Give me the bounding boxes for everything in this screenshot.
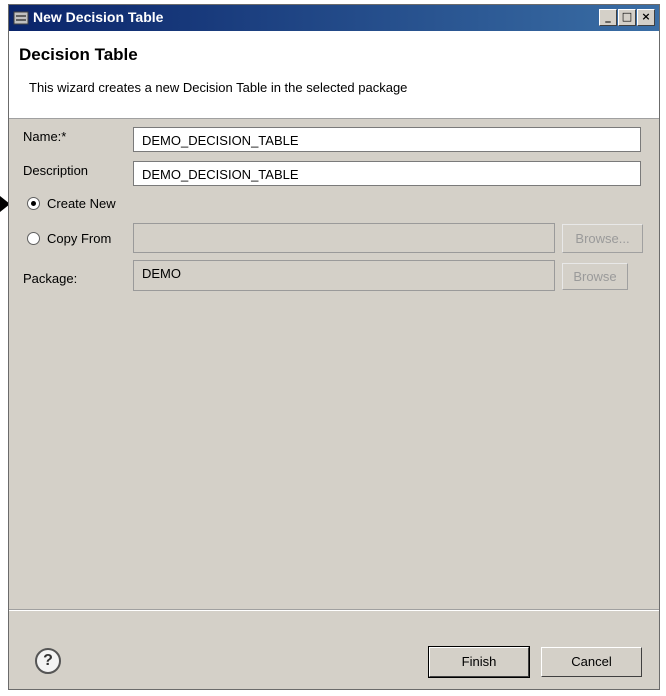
description-label: Description: [23, 163, 89, 178]
window-title: New Decision Table: [33, 9, 164, 25]
footer-divider: [9, 609, 659, 611]
copy-from-field: [133, 223, 555, 253]
browse-package-button: Browse: [562, 263, 628, 290]
copy-from-label[interactable]: Copy From: [47, 231, 111, 246]
minimize-icon[interactable]: _: [599, 9, 617, 26]
maximize-icon[interactable]: □: [618, 9, 636, 26]
cancel-button[interactable]: Cancel: [541, 647, 642, 677]
package-label: Package:: [23, 271, 78, 286]
page-title: Decision Table: [19, 45, 138, 64]
page-description: This wizard creates a new Decision Table…: [29, 80, 408, 95]
copy-from-radio[interactable]: [27, 232, 40, 245]
radio-selected-dot: [31, 201, 36, 206]
create-new-label[interactable]: Create New: [47, 196, 116, 211]
browse-copy-from-button: Browse...: [562, 224, 643, 253]
new-decision-table-dialog: New Decision Table _ □ × Decision Table …: [8, 4, 660, 690]
create-new-radio[interactable]: [27, 197, 40, 210]
name-label: Name:*: [23, 129, 67, 144]
wizard-banner: Decision Table This wizard creates a new…: [9, 31, 659, 119]
finish-button[interactable]: Finish: [428, 646, 530, 678]
package-field: DEMO: [133, 260, 555, 291]
help-icon[interactable]: ?: [35, 648, 61, 674]
app-icon: [13, 11, 29, 25]
close-icon[interactable]: ×: [637, 9, 655, 26]
description-field[interactable]: DEMO_DECISION_TABLE: [133, 161, 641, 186]
name-field[interactable]: DEMO_DECISION_TABLE: [133, 127, 641, 152]
title-bar[interactable]: New Decision Table _ □ ×: [9, 5, 659, 31]
